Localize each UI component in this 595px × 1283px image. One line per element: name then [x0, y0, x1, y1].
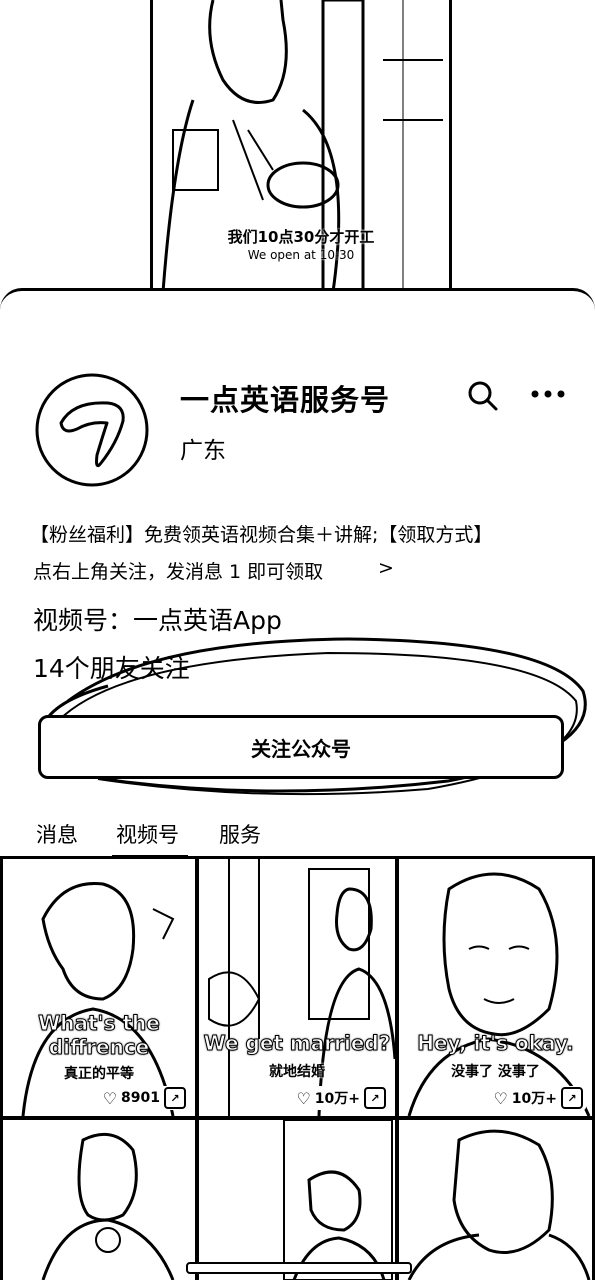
share-icon[interactable]: ↗	[561, 1087, 583, 1109]
like-count: 10万+	[314, 1091, 360, 1107]
video-caption-en: What's the diffrence	[38, 1011, 161, 1060]
video-channel-link[interactable]: 视频号：一点英语App	[33, 601, 282, 637]
video-stats: ♡ 10万+ ↗	[490, 1086, 586, 1110]
friends-following-count[interactable]: 14个朋友关注	[33, 649, 190, 685]
video-card[interactable]	[199, 1120, 395, 1280]
tab-services[interactable]: 服务	[219, 819, 261, 849]
account-intro-line-1: 【粉丝福利】免费领英语视频合集＋讲解;【领取方式】	[30, 524, 493, 546]
video-card[interactable]: Hey, it's okay. 没事了 没事了 ♡ 10万+ ↗	[399, 859, 592, 1116]
share-icon[interactable]: ↗	[364, 1087, 386, 1109]
video-caption-cn: 就地结婚	[269, 1064, 325, 1080]
search-icon[interactable]	[466, 379, 500, 413]
video-thumbnail	[407, 1129, 591, 1280]
like-count: 10万+	[511, 1091, 557, 1107]
content-tabs: 消息 视频号 服务	[0, 819, 595, 859]
like-count: 8901	[121, 1090, 160, 1106]
video-stats: ♡ 10万+ ↗	[293, 1086, 389, 1110]
account-region: 广东	[180, 438, 226, 464]
tab-video-channel[interactable]: 视频号	[116, 819, 179, 849]
video-card[interactable]	[3, 1120, 195, 1280]
tab-messages[interactable]: 消息	[36, 819, 78, 849]
video-caption-cn: 没事了 没事了	[451, 1064, 540, 1080]
video-thumbnail	[283, 1120, 393, 1280]
video-stats: ♡ 8901 ↗	[99, 1086, 189, 1110]
follow-official-account-button[interactable]: 关注公众号	[38, 715, 564, 779]
video-caption-en: We get married?	[203, 1031, 391, 1056]
video-caption-en: Hey, it's okay.	[417, 1031, 574, 1056]
video-subtitle-cn: 我们10点30分才开工	[227, 228, 375, 246]
account-avatar[interactable]	[33, 371, 151, 489]
video-preview[interactable]: 我们10点30分才开工 We open at 10:30	[150, 0, 452, 292]
video-card[interactable]	[399, 1120, 592, 1280]
video-card[interactable]: We get married? 就地结婚 ♡ 10万+ ↗	[199, 859, 395, 1116]
heart-icon[interactable]: ♡	[296, 1089, 310, 1108]
intro-expand-chevron[interactable]: >	[378, 557, 394, 579]
video-thumbnail	[41, 1132, 175, 1280]
video-subtitle-en: We open at 10:30	[247, 248, 355, 262]
video-card[interactable]: What's the diffrence 真正的平等 ♡ 8901 ↗	[3, 859, 195, 1116]
account-intro-line-2[interactable]: 点右上角关注，发消息 1 即可领取	[33, 557, 323, 584]
account-name: 一点英语服务号	[180, 383, 391, 417]
video-caption-cn: 真正的平等	[64, 1066, 134, 1082]
home-indicator[interactable]	[186, 1262, 412, 1274]
heart-icon[interactable]: ♡	[493, 1089, 507, 1108]
heart-icon[interactable]: ♡	[103, 1089, 117, 1108]
video-grid: What's the diffrence 真正的平等 ♡ 8901 ↗ We g…	[0, 856, 595, 1280]
more-icon[interactable]	[530, 387, 566, 401]
share-icon[interactable]: ↗	[164, 1087, 186, 1109]
